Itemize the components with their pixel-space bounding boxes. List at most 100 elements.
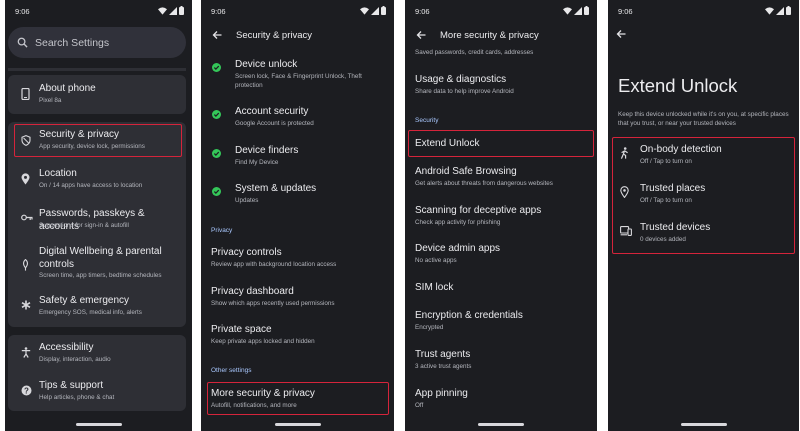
- encryption-credentials-subtitle: Encrypted: [415, 324, 444, 331]
- status-bar: 9:06: [618, 5, 791, 17]
- signal-icon: [169, 6, 177, 15]
- list-item-scanning-deceptive-apps[interactable]: Scanning for deceptive apps Check app ac…: [405, 205, 597, 233]
- settings-item-location[interactable]: Location On / 14 apps have access to loc…: [8, 162, 186, 200]
- signal-icon: [371, 6, 379, 15]
- scanning-deceptive-apps-title: Scanning for deceptive apps: [415, 205, 542, 216]
- page-description: Keep this device unlocked while it's on …: [618, 111, 789, 127]
- app-bar: More security & privacy: [405, 26, 597, 46]
- check-circle-icon: [212, 110, 221, 119]
- status-bar: 9:06: [415, 5, 589, 17]
- list-item-private-space[interactable]: Private space Keep private apps locked a…: [201, 324, 394, 352]
- list-item-autofill-partial[interactable]: Saved passwords, credit cards, addresses: [405, 49, 597, 59]
- usage-diagnostics-title: Usage & diagnostics: [415, 74, 507, 85]
- list-item-device-admin-apps[interactable]: Device admin apps No active apps: [405, 243, 597, 271]
- list-item-system-updates[interactable]: System & updates Updates: [201, 183, 394, 211]
- system-updates-title: System & updates: [235, 183, 317, 194]
- check-circle-icon: [212, 149, 221, 158]
- private-space-subtitle: Keep private apps locked and hidden: [211, 338, 315, 345]
- list-item-device-unlock[interactable]: Device unlock Screen lock, Face & Finger…: [201, 59, 394, 93]
- list-item-privacy-controls[interactable]: Privacy controls Review app with backgro…: [201, 247, 394, 275]
- list-item-trust-agents[interactable]: Trust agents 3 active trust agents: [405, 349, 597, 377]
- highlight-extend-unlock: [408, 130, 594, 157]
- gesture-navigation-bar[interactable]: [680, 423, 727, 426]
- gesture-navigation-bar[interactable]: [478, 423, 524, 426]
- section-header-privacy: Privacy: [211, 227, 233, 234]
- safe-browsing-title: Android Safe Browsing: [415, 166, 517, 177]
- battery-icon: [179, 6, 184, 15]
- extend-unlock-screen: 9:06 Extend Unlock Keep this device unlo…: [608, 0, 799, 431]
- list-item-android-safe-browsing[interactable]: Android Safe Browsing Get alerts about t…: [405, 166, 597, 194]
- status-time: 9:06: [15, 7, 30, 16]
- privacy-controls-title: Privacy controls: [211, 247, 282, 258]
- section-header-security: Security: [415, 117, 439, 124]
- list-item-device-finders[interactable]: Device finders Find My Device: [201, 145, 394, 173]
- page-title: More security & privacy: [440, 30, 539, 41]
- settings-screen: 9:06 Search Settings About phone Pixel 8…: [5, 0, 192, 431]
- digital-wellbeing-title: Digital Wellbeing & parental controls: [39, 246, 162, 270]
- encryption-credentials-title: Encryption & credentials: [415, 310, 523, 321]
- settings-item-digital-wellbeing[interactable]: Digital Wellbeing & parental controls Sc…: [8, 242, 186, 286]
- accessibility-icon: [21, 347, 31, 358]
- back-arrow-icon[interactable]: [212, 30, 222, 40]
- settings-item-tips-support[interactable]: ? Tips & support Help articles, phone & …: [8, 374, 186, 411]
- wifi-icon: [765, 6, 774, 15]
- wellbeing-icon: [23, 259, 28, 271]
- tips-support-title: Tips & support: [39, 380, 104, 391]
- signal-icon: [776, 6, 784, 15]
- highlight-more-security-privacy: [207, 382, 389, 415]
- trust-agents-title: Trust agents: [415, 349, 471, 360]
- section-header-other-settings: Other settings: [211, 367, 252, 374]
- about-phone-title: About phone: [39, 83, 96, 94]
- gesture-navigation-bar[interactable]: [274, 423, 321, 426]
- more-security-privacy-screen: 9:06 More security & privacy Saved passw…: [405, 0, 597, 431]
- list-item-encryption-credentials[interactable]: Encryption & credentials Encrypted: [405, 310, 597, 338]
- device-finders-title: Device finders: [235, 145, 299, 156]
- check-circle-icon: [212, 187, 221, 196]
- status-bar: 9:06: [15, 5, 184, 17]
- device-finders-subtitle: Find My Device: [235, 159, 279, 166]
- account-security-subtitle: Google Account is protected: [235, 120, 314, 127]
- app-pinning-title: App pinning: [415, 388, 468, 399]
- gesture-navigation-bar[interactable]: [75, 423, 122, 426]
- autofill-subtitle: Saved passwords, credit cards, addresses: [415, 49, 534, 56]
- list-item-sim-lock[interactable]: SIM lock: [405, 282, 597, 298]
- list-item-app-pinning[interactable]: App pinning Off: [405, 388, 597, 416]
- list-item-account-security[interactable]: Account security Google Account is prote…: [201, 106, 394, 134]
- help-icon: ?: [21, 385, 32, 396]
- system-updates-subtitle: Updates: [235, 197, 259, 204]
- settings-item-passwords[interactable]: Passwords, passkeys & accounts Suggestio…: [8, 202, 186, 240]
- highlight-extend-unlock-options: [612, 137, 795, 254]
- status-icons: [360, 6, 386, 15]
- signal-icon: [574, 6, 582, 15]
- check-circle-icon: [212, 63, 221, 72]
- device-unlock-subtitle: Screen lock, Face & Fingerprint Unlock, …: [235, 73, 362, 89]
- accessibility-title: Accessibility: [39, 342, 94, 353]
- back-arrow-icon[interactable]: [416, 30, 426, 40]
- status-bar: 9:06: [211, 5, 386, 17]
- device-admin-apps-subtitle: No active apps: [415, 257, 457, 264]
- safety-emergency-title: Safety & emergency: [39, 295, 130, 306]
- passwords-title: Passwords, passkeys & accounts: [39, 208, 145, 232]
- list-item-privacy-dashboard[interactable]: Privacy dashboard Show which apps recent…: [201, 286, 394, 314]
- security-privacy-screen: 9:06 Security & privacy Device unlock Sc…: [201, 0, 394, 431]
- search-bar[interactable]: Search Settings: [8, 27, 186, 58]
- device-unlock-title: Device unlock: [235, 59, 298, 70]
- phone-icon: [21, 88, 30, 100]
- settings-item-safety-emergency[interactable]: Safety & emergency Emergency SOS, medica…: [8, 288, 186, 326]
- settings-item-accessibility[interactable]: Accessibility Display, interaction, audi…: [8, 335, 186, 372]
- app-pinning-subtitle: Off: [415, 402, 424, 409]
- status-icons: [765, 6, 791, 15]
- trust-agents-subtitle: 3 active trust agents: [415, 363, 472, 370]
- location-subtitle: On / 14 apps have access to location: [39, 182, 143, 189]
- scanning-deceptive-apps-subtitle: Check app activity for phishing: [415, 219, 501, 226]
- back-arrow-icon[interactable]: [616, 29, 626, 39]
- passwords-subtitle: Suggestions for sign-in & autofill: [39, 222, 129, 229]
- account-security-title: Account security: [235, 106, 309, 117]
- settings-item-about-phone[interactable]: About phone Pixel 8a: [8, 75, 186, 114]
- sim-lock-title: SIM lock: [415, 282, 454, 293]
- wifi-icon: [158, 6, 167, 15]
- wifi-icon: [360, 6, 369, 15]
- tips-support-subtitle: Help articles, phone & chat: [39, 394, 115, 401]
- list-item-usage-diagnostics[interactable]: Usage & diagnostics Share data to help i…: [405, 74, 597, 102]
- group-support: Accessibility Display, interaction, audi…: [8, 335, 186, 411]
